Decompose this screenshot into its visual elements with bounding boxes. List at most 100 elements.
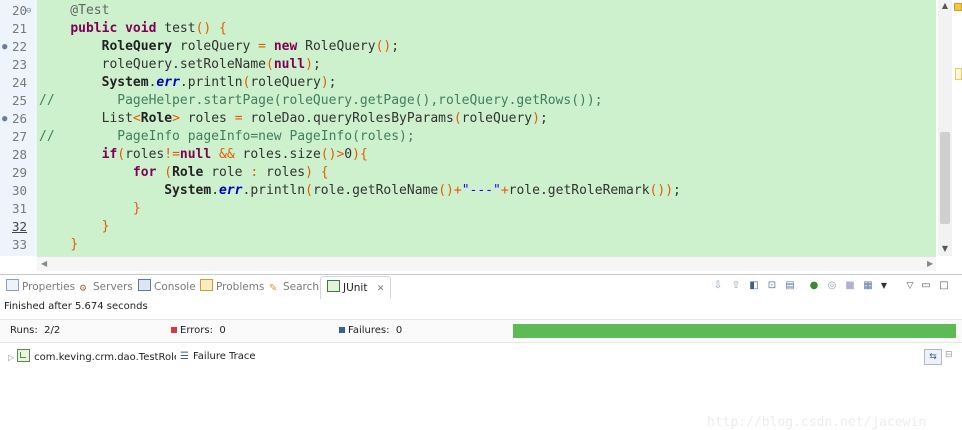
test-run-history-icon[interactable]: ▦ xyxy=(862,280,874,292)
expand-arrow-icon[interactable]: ▷ xyxy=(8,353,14,362)
vertical-scrollbar-thumb[interactable] xyxy=(940,132,950,224)
code-token: @Test xyxy=(39,3,110,18)
line-number: 24 xyxy=(0,74,37,92)
minimize-icon[interactable]: ▭ xyxy=(920,280,932,292)
rerun-failed-first-icon[interactable]: ◎ xyxy=(826,280,838,292)
filter-stack-trace-icon[interactable]: ⇆ xyxy=(924,349,942,365)
next-failure-icon[interactable]: ⇩ xyxy=(712,280,724,292)
code-token: err xyxy=(156,75,180,90)
line-number: 25 xyxy=(0,92,37,110)
scroll-left-arrow-icon[interactable]: ◀ xyxy=(41,257,47,271)
fold-toggle-icon[interactable]: ⊖ xyxy=(26,2,31,20)
failure-trace-header: ☰ Failure Trace xyxy=(180,349,256,365)
show-failures-only-icon[interactable]: ◧ xyxy=(748,280,760,292)
code-token: ()) xyxy=(649,183,674,198)
view-tabs: Properties ⚙ Servers Console Problems ✎ Se… xyxy=(0,275,962,299)
code-token: ; xyxy=(539,111,548,126)
code-line[interactable]: } xyxy=(39,218,110,236)
breakpoint-marker-icon[interactable]: ● xyxy=(2,38,7,56)
tab-search[interactable]: ✎ Search xyxy=(269,275,319,299)
scroll-up-arrow-icon[interactable]: ▲ xyxy=(940,1,950,10)
code-line[interactable]: } xyxy=(39,236,78,254)
rerun-test-icon[interactable]: ● xyxy=(808,280,820,292)
code-token: role.getRoleRemark xyxy=(508,183,650,198)
occurrence-marker-icon[interactable] xyxy=(955,68,962,80)
code-token: : xyxy=(250,165,259,180)
code-line[interactable]: System.err.println(roleQuery); xyxy=(39,74,337,92)
failures-label: Failures: xyxy=(348,325,390,336)
scroll-right-arrow-icon[interactable]: ▶ xyxy=(927,257,933,271)
test-suite-tree-item[interactable]: ▷ com.keving.crm.dao.TestRoleDao xyxy=(8,349,176,365)
code-line[interactable]: // PageHelper.startPage(roleQuery.getPag… xyxy=(39,92,603,110)
tab-label: Console xyxy=(154,281,196,293)
scroll-lock-icon[interactable]: ⊡ xyxy=(766,280,778,292)
stop-icon[interactable]: ■ xyxy=(844,280,856,292)
code-line[interactable]: } xyxy=(39,200,141,218)
code-token: null xyxy=(179,147,212,162)
code-line[interactable]: public void test() { xyxy=(39,20,227,38)
warning-marker-icon[interactable] xyxy=(954,3,962,11)
tab-properties[interactable]: Properties xyxy=(6,275,75,299)
test-suite-label: com.keving.crm.dao.TestRoleDao xyxy=(34,352,176,363)
vertical-scrollbar[interactable]: ▲ ▼ xyxy=(938,0,952,256)
junit-view-panel: Properties ⚙ Servers Console Problems ✎ Se… xyxy=(0,274,962,430)
tab-servers[interactable]: ⚙ Servers xyxy=(79,275,133,299)
breakpoint-marker-icon[interactable]: ● xyxy=(2,110,7,128)
tab-junit[interactable]: JUnit ✕ xyxy=(320,276,392,299)
overview-ruler[interactable] xyxy=(952,0,962,256)
failures-counter: Failures: 0 xyxy=(339,320,402,342)
line-number-text: 33 xyxy=(12,237,28,252)
code-token: roles xyxy=(258,165,306,180)
history-dropdown-icon[interactable]: ▼ xyxy=(878,280,890,292)
code-token: // PageInfo pageInfo=new PageInfo(roles)… xyxy=(39,129,415,144)
tab-label: JUnit xyxy=(343,282,368,294)
code-line[interactable]: for (Role role : roles) { xyxy=(39,164,329,182)
code-token: . xyxy=(211,183,220,198)
failure-icon xyxy=(339,327,345,333)
code-token: roleDao.queryRolesByParams xyxy=(242,111,454,126)
code-token: roleQuery xyxy=(172,39,259,54)
line-number: 27 xyxy=(0,128,37,146)
junit-icon xyxy=(327,280,340,292)
code-line[interactable]: RoleQuery roleQuery = new RoleQuery(); xyxy=(39,38,399,56)
code-token: ) xyxy=(532,111,540,126)
failures-value: 0 xyxy=(395,325,403,336)
code-token: ; xyxy=(328,75,337,90)
code-line[interactable]: System.err.println(role.getRoleName()+"-… xyxy=(39,182,681,200)
show-skipped-icon[interactable]: ▤ xyxy=(784,280,796,292)
code-token: ) xyxy=(305,57,313,72)
line-number-text: 30 xyxy=(12,183,28,198)
line-number-text: 24 xyxy=(12,75,28,90)
tab-console[interactable]: Console xyxy=(138,275,196,299)
previous-failure-icon[interactable]: ⇧ xyxy=(730,280,742,292)
code-line[interactable]: if(roles!=null && roles.size()>0){ xyxy=(39,146,368,164)
code-line[interactable]: List<Role> roles = roleDao.queryRolesByP… xyxy=(39,110,548,128)
compare-result-icon[interactable]: ⊟ xyxy=(945,350,953,360)
code-token: + xyxy=(500,183,509,198)
code-token: roles.size xyxy=(234,147,321,162)
line-number: 22 ● xyxy=(0,38,37,56)
code-token: ()> xyxy=(320,147,345,162)
code-area[interactable]: @Test public void test() { RoleQuery rol… xyxy=(37,0,936,256)
view-menu-icon[interactable]: ▽ xyxy=(904,280,916,292)
code-token: ( xyxy=(117,147,126,162)
runs-label: Runs: xyxy=(10,325,38,336)
code-token: void xyxy=(125,21,157,36)
maximize-icon[interactable]: □ xyxy=(938,280,950,292)
code-editor[interactable]: @Test public void test() { RoleQuery rol… xyxy=(0,0,962,272)
horizontal-scrollbar[interactable]: ◀ ▶ xyxy=(37,256,936,271)
code-token: && xyxy=(219,147,235,162)
code-token: = xyxy=(234,111,243,126)
scroll-down-arrow-icon[interactable]: ▼ xyxy=(940,244,950,253)
code-line[interactable]: // PageInfo pageInfo=new PageInfo(roles)… xyxy=(39,128,415,146)
code-token: { xyxy=(359,147,368,162)
close-tab-icon[interactable]: ✕ xyxy=(377,284,385,294)
tab-problems[interactable]: Problems xyxy=(200,275,264,299)
code-line[interactable]: @Test xyxy=(39,2,109,20)
code-line[interactable]: roleQuery.setRoleName(null); xyxy=(39,56,321,74)
